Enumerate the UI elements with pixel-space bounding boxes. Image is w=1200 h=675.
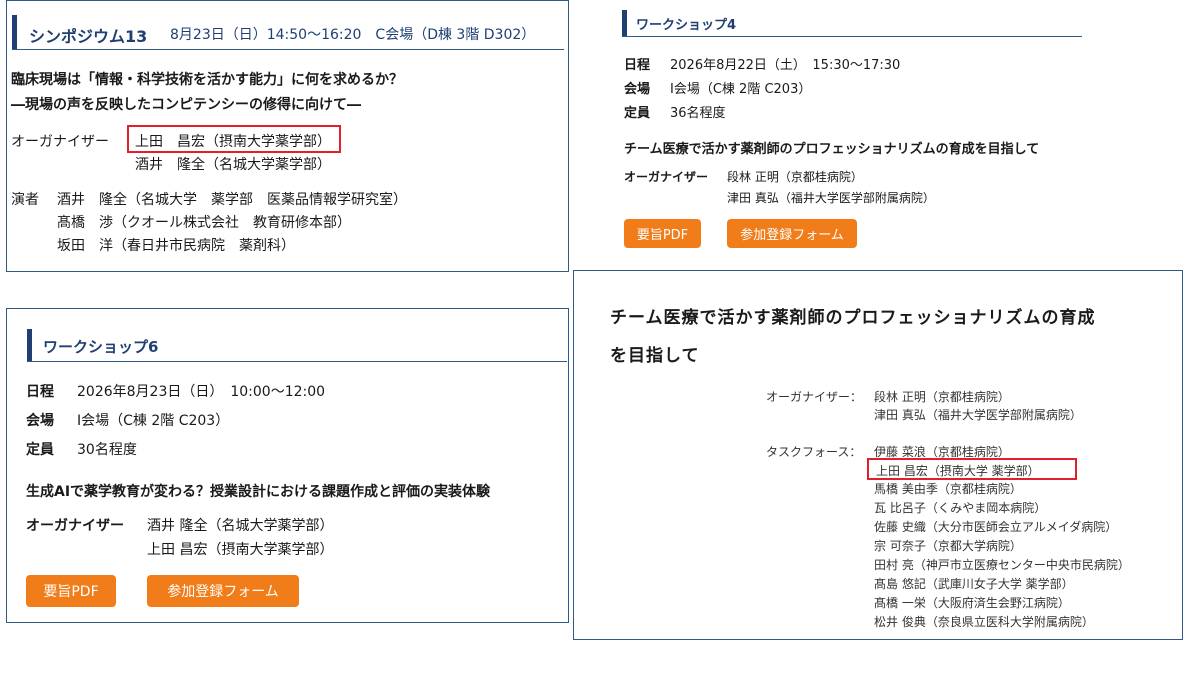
taskforce-member: 髙橋 一栄（大阪府済生会野江病院） (874, 596, 1070, 610)
workshop4-title: ワークショップ4 (636, 18, 737, 33)
document-panel: チーム医療で活かす薬剤師のプロフェッショナリズムの育成 を目指して オーガナイザ… (573, 270, 1183, 640)
symposium-panel: シンポジウム13 8月23日（日）14:50～16:20 C会場（D棟 3階 D… (6, 0, 569, 272)
workshop4-theme: チーム医療で活かす薬剤師のプロフェッショナリズムの育成を目指して (624, 142, 1040, 157)
organizer-label: オーガナイザー (26, 518, 124, 534)
organizer-label: オーガナイザー： (766, 390, 863, 404)
workshop6-title: ワークショップ6 (43, 338, 159, 356)
highlight-box (127, 125, 341, 153)
registration-form-button[interactable]: 参加登録フォーム (147, 575, 299, 607)
document-title-cont: を目指して (610, 346, 700, 366)
symposium-title: シンポジウム13 (29, 27, 148, 46)
capacity-value: 30名程度 (77, 442, 137, 458)
abstract-pdf-button[interactable]: 要旨PDF (624, 219, 701, 248)
venue-value: I会場（C棟 2階 C203） (77, 413, 230, 429)
speaker-name: 酒井 隆全（名城大学 薬学部 医薬品情報学研究室） (57, 192, 407, 208)
taskforce-member: 宗 可奈子（京都大学病院） (874, 539, 1022, 553)
workshop4-panel: ワークショップ4 日程 2026年8月22日（土） 15:30～17:30 会場… (600, 0, 1200, 270)
date-label: 日程 (26, 384, 54, 400)
organizer-name: 段林 正明（京都桂病院） (727, 170, 863, 184)
organizer-name: 酒井 隆全（名城大学薬学部） (135, 157, 331, 173)
highlight-box (867, 458, 1077, 480)
header-rule (622, 36, 1082, 37)
abstract-pdf-button[interactable]: 要旨PDF (26, 575, 116, 607)
venue-label: 会場 (26, 413, 54, 429)
date-label: 日程 (624, 58, 651, 73)
capacity-label: 定員 (624, 106, 651, 121)
organizer-name: 上田 昌宏（摂南大学薬学部） (147, 542, 334, 558)
header-rule (12, 49, 564, 50)
taskforce-member: 馬橋 美由季（京都桂病院） (874, 482, 1022, 496)
date-value: 2026年8月22日（土） 15:30～17:30 (670, 58, 901, 73)
section-marker (12, 15, 17, 49)
workshop6-panel: ワークショップ6 日程 2026年8月23日（日） 10:00～12:00 会場… (6, 308, 569, 623)
taskforce-label: タスクフォース： (766, 445, 862, 459)
taskforce-member: 田村 亮（神戸市立医療センター中央市民病院） (874, 558, 1130, 572)
symposium-schedule: 8月23日（日）14:50～16:20 C会場（D棟 3階 D302） (170, 27, 536, 43)
section-marker (622, 10, 627, 36)
workshop6-theme: 生成AIで薬学教育が変わる？授業設計における課題作成と評価の実装体験 (26, 484, 491, 500)
taskforce-member: 松井 俊典（奈良県立医科大学附属病院） (874, 615, 1094, 629)
section-marker (27, 329, 32, 361)
speaker-label: 演者 (11, 192, 39, 208)
organizer-name: 段林 正明（京都桂病院） (874, 390, 1010, 404)
organizer-label: オーガナイザー (624, 170, 709, 184)
speaker-name: 髙橋 渉（クオール株式会社 教育研修本部） (57, 215, 351, 231)
organizer-name: 酒井 隆全（名城大学薬学部） (147, 518, 334, 534)
capacity-label: 定員 (26, 442, 54, 458)
taskforce-member: 佐藤 史織（大分市医師会立アルメイダ病院） (874, 520, 1118, 534)
organizer-name: 津田 真弘（福井大学医学部附属病院） (874, 408, 1082, 422)
date-value: 2026年8月23日（日） 10:00～12:00 (77, 384, 326, 400)
symposium-theme: 臨床現場は「情報・科学技術を活かす能力」に何を求めるか？ (11, 72, 403, 88)
speaker-name: 坂田 洋（春日井市民病院 薬剤科） (57, 238, 295, 254)
taskforce-member: 髙島 悠記（武庫川女子大学 薬学部） (874, 577, 1074, 591)
taskforce-member: 瓦 比呂子（くみやま岡本病院） (874, 501, 1047, 515)
venue-label: 会場 (624, 82, 651, 97)
header-rule (27, 361, 567, 362)
organizer-label: オーガナイザー (11, 134, 109, 150)
symposium-subtheme: ―現場の声を反映したコンピテンシーの修得に向けて― (11, 97, 361, 113)
capacity-value: 36名程度 (670, 106, 726, 121)
venue-value: I会場（C棟 2階 C203） (670, 82, 812, 97)
document-title: チーム医療で活かす薬剤師のプロフェッショナリズムの育成 (610, 308, 1096, 328)
registration-form-button[interactable]: 参加登録フォーム (727, 219, 857, 248)
organizer-name: 津田 真弘（福井大学医学部附属病院） (727, 191, 935, 205)
